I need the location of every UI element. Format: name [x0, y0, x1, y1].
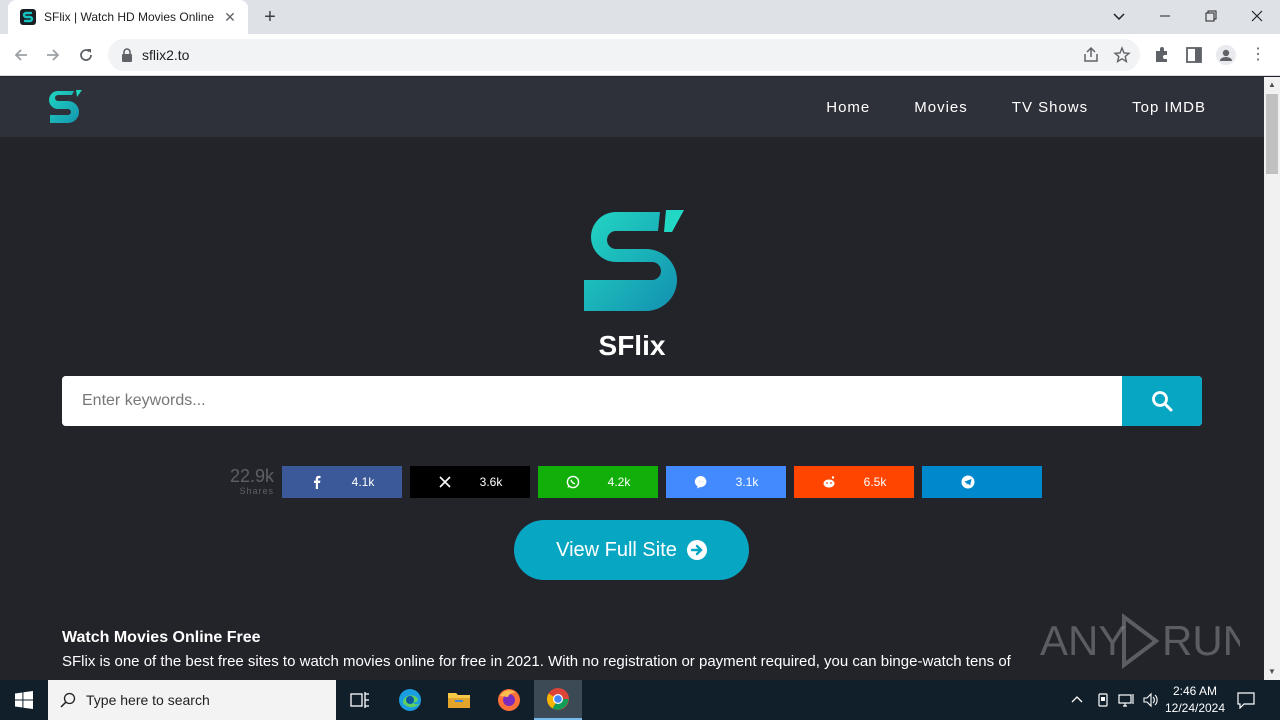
reddit-icon — [823, 476, 835, 488]
view-full-site-label: View Full Site — [556, 538, 677, 561]
share-facebook-count: 4.1k — [351, 475, 375, 489]
share-total-label: Shares — [239, 486, 274, 496]
windows-logo-icon — [15, 691, 33, 709]
url-text[interactable]: sflix2.to — [142, 39, 189, 71]
chrome-menu-icon[interactable]: ⋮ — [1248, 45, 1268, 65]
x-icon — [439, 476, 451, 488]
tab-search-dropdown-icon[interactable] — [1096, 0, 1142, 32]
facebook-icon — [313, 475, 321, 489]
windows-taskbar: Type here to search 2:46 AM 12/24/2024 — [0, 680, 1280, 720]
view-full-site-button[interactable]: View Full Site — [514, 520, 749, 580]
close-window-button[interactable] — [1234, 0, 1280, 32]
back-button[interactable] — [8, 42, 34, 68]
edge-icon — [399, 689, 421, 711]
share-page-icon[interactable] — [1082, 46, 1100, 64]
minimize-button[interactable] — [1142, 0, 1188, 32]
share-x-button[interactable]: 3.6k — [410, 466, 530, 498]
search-icon — [60, 692, 76, 708]
lock-icon[interactable] — [120, 47, 134, 63]
tray-network-icon[interactable] — [1118, 680, 1136, 720]
taskbar-search-placeholder: Type here to search — [86, 692, 210, 708]
tray-device-icon[interactable] — [1095, 680, 1111, 720]
scroll-down-arrow-icon[interactable]: ▼ — [1264, 664, 1280, 680]
taskbar-edge-button[interactable] — [386, 680, 434, 720]
whatsapp-icon — [566, 475, 579, 489]
page-viewport: Home Movies TV Shows Top IMDB SFlix 22.9… — [0, 77, 1264, 680]
scrollbar-thumb[interactable] — [1266, 94, 1278, 174]
taskbar-firefox-button[interactable] — [485, 680, 533, 720]
svg-text:RUN: RUN — [1162, 617, 1240, 664]
scroll-up-arrow-icon[interactable]: ▲ — [1264, 77, 1280, 93]
start-button[interactable] — [0, 680, 48, 720]
taskbar-chrome-button[interactable] — [534, 680, 582, 720]
share-reddit-button[interactable]: 6.5k — [794, 466, 914, 498]
share-facebook-button[interactable]: 4.1k — [282, 466, 402, 498]
chrome-icon — [547, 688, 569, 710]
arrow-right-circle-icon — [686, 540, 707, 560]
browser-toolbar: sflix2.to ⋮ — [0, 34, 1280, 76]
sflix-hero-logo — [584, 210, 684, 311]
sflix-logo-icon[interactable] — [44, 88, 84, 126]
share-messenger-count: 3.1k — [735, 475, 759, 489]
share-x-count: 3.6k — [479, 475, 503, 489]
site-header: Home Movies TV Shows Top IMDB — [0, 77, 1264, 137]
file-explorer-folder-icon — [448, 693, 470, 708]
site-title: SFlix — [598, 330, 666, 361]
profile-avatar-icon[interactable] — [1216, 45, 1236, 65]
telegram-icon — [961, 475, 975, 489]
svg-text:ANY: ANY — [1040, 617, 1126, 664]
site-nav: Home Movies TV Shows Top IMDB — [826, 77, 1206, 137]
nav-movies-link[interactable]: Movies — [914, 99, 968, 116]
messenger-icon — [694, 475, 706, 489]
search-input[interactable] — [62, 376, 1122, 426]
address-bar[interactable]: sflix2.to — [108, 39, 1140, 71]
share-reddit-count: 6.5k — [863, 475, 887, 489]
firefox-icon — [498, 689, 520, 711]
side-panel-icon[interactable] — [1184, 45, 1204, 65]
browser-tab-active[interactable]: SFlix | Watch HD Movies Online Free ✕ — [8, 0, 248, 34]
share-total: 22.9k Shares — [222, 466, 274, 496]
task-view-icon — [350, 692, 369, 708]
share-whatsapp-count: 4.2k — [607, 475, 631, 489]
share-total-count: 22.9k — [229, 466, 274, 486]
task-view-button[interactable] — [336, 680, 384, 720]
share-messenger-button[interactable]: 3.1k — [666, 466, 786, 498]
tray-volume-icon[interactable] — [1142, 680, 1160, 720]
taskbar-search-box[interactable]: Type here to search — [48, 680, 336, 720]
restore-button[interactable] — [1188, 0, 1234, 32]
extensions-puzzle-icon[interactable] — [1152, 45, 1172, 65]
share-telegram-button[interactable] — [922, 466, 1042, 498]
sflix-favicon-icon — [20, 9, 36, 25]
tab-close-icon[interactable]: ✕ — [222, 9, 238, 25]
clock-date: 12/24/2024 — [1164, 701, 1226, 715]
nav-home-link[interactable]: Home — [826, 99, 870, 116]
bookmark-star-icon[interactable] — [1113, 46, 1131, 64]
nav-top-imdb-link[interactable]: Top IMDB — [1132, 99, 1206, 116]
share-whatsapp-button[interactable]: 4.2k — [538, 466, 658, 498]
tab-title: SFlix | Watch HD Movies Online Free — [44, 10, 216, 24]
anyrun-watermark-logo: ANY RUN — [1040, 613, 1240, 669]
search-box — [62, 376, 1202, 426]
about-heading: Watch Movies Online Free — [62, 629, 261, 646]
taskbar-file-explorer-button[interactable] — [435, 680, 483, 720]
notification-center-icon[interactable] — [1236, 680, 1256, 720]
search-icon — [1152, 391, 1173, 412]
forward-button[interactable] — [40, 42, 66, 68]
browser-tabstrip: SFlix | Watch HD Movies Online Free ✕ + — [0, 0, 1280, 34]
reload-button[interactable] — [73, 42, 99, 68]
page-scrollbar[interactable]: ▲ ▼ — [1264, 77, 1280, 680]
clock-time: 2:46 AM — [1172, 684, 1218, 698]
taskbar-clock[interactable]: 2:46 AM 12/24/2024 — [1160, 683, 1230, 717]
nav-tv-shows-link[interactable]: TV Shows — [1012, 99, 1088, 116]
new-tab-button[interactable]: + — [258, 6, 282, 28]
tray-overflow-chevron-icon[interactable] — [1070, 680, 1084, 720]
search-button[interactable] — [1122, 376, 1202, 426]
